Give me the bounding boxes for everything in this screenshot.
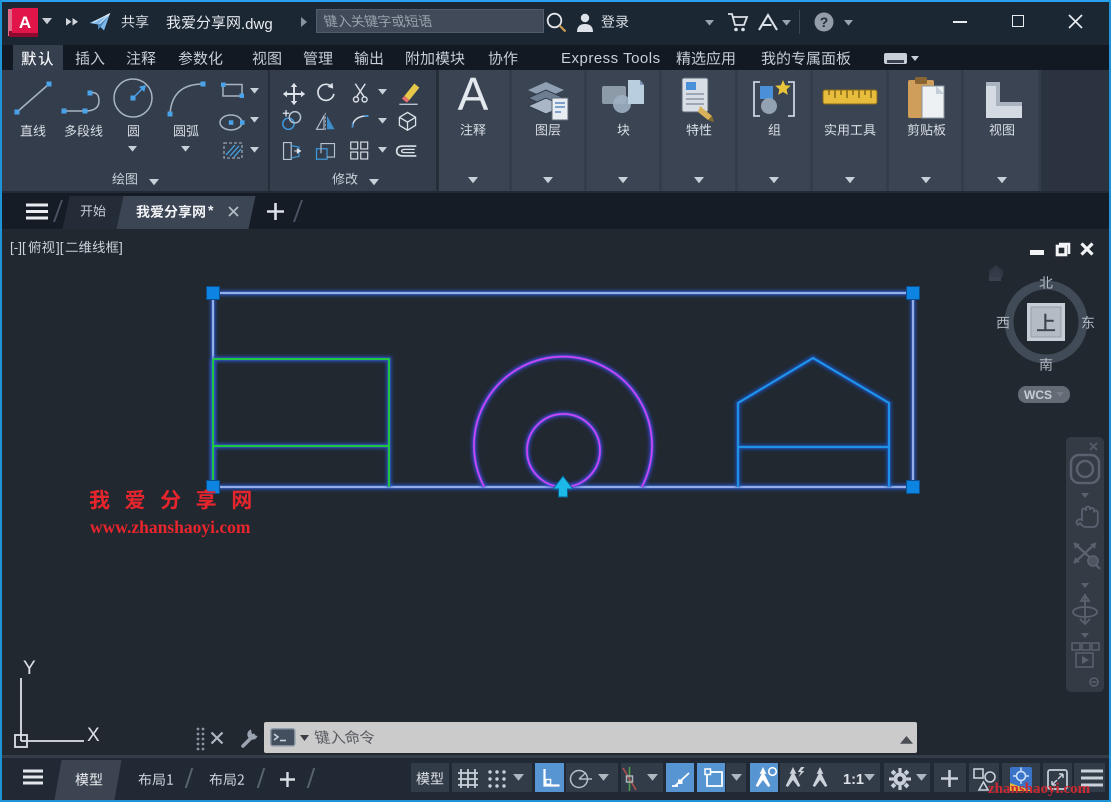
svg-text:www.zhanshaoyi.com: www.zhanshaoyi.com: [90, 517, 251, 537]
svg-text:WCS: WCS: [1024, 388, 1052, 402]
svg-text:Y: Y: [23, 658, 36, 679]
svg-text:zhanshaoyi.com: zhanshaoyi.com: [988, 781, 1091, 797]
svg-text:1:1: 1:1: [843, 772, 864, 788]
svg-text:X: X: [87, 725, 100, 746]
